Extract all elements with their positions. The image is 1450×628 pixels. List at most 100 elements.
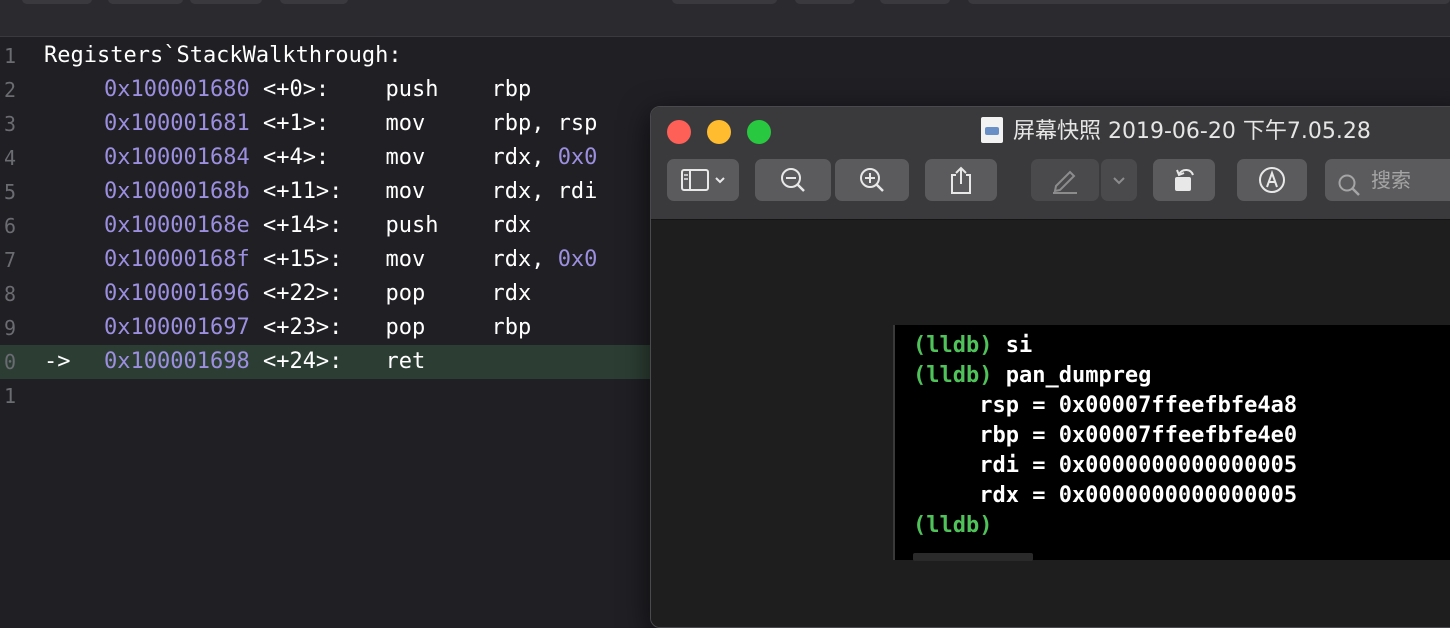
search-icon <box>1337 169 1361 211</box>
offset: <+1>: <box>262 111 330 136</box>
titlebar: 屏幕快照 2019-06-20 下午7.05.28 搜索 <box>651 107 1450 220</box>
mnemonic: pop <box>385 315 426 340</box>
line-number: 1 <box>4 384 17 408</box>
rotate-icon <box>1169 165 1199 195</box>
immediate: 0x0 <box>557 145 598 170</box>
line-number: 6 <box>4 214 17 238</box>
line-number: 1 <box>4 44 17 68</box>
line-number: 5 <box>4 180 17 204</box>
terminal-line: (lldb) si <box>913 331 1032 361</box>
lldb-prompt: (lldb) <box>913 363 993 388</box>
address: 0x100001681 <box>104 111 250 136</box>
close-button[interactable] <box>667 120 691 144</box>
address: 0x10000168b <box>104 179 250 204</box>
function-label: Registers`StackWalkthrough: <box>44 43 402 68</box>
line-number: 2 <box>4 78 17 102</box>
address: 0x10000168e <box>104 213 250 238</box>
mnemonic: pop <box>385 281 426 306</box>
window-title: 屏幕快照 2019-06-20 下午7.05.28 <box>981 115 1371 149</box>
operands: rbp <box>491 77 532 102</box>
zoom-in-icon <box>858 166 886 194</box>
toolbar-segment[interactable] <box>280 0 348 4</box>
offset: <+22>: <box>262 281 343 306</box>
zoom-button[interactable] <box>747 120 771 144</box>
operands: rdx, <box>491 145 558 170</box>
mnemonic: mov <box>385 247 426 272</box>
offset: <+23>: <box>262 315 343 340</box>
toolbar-segment[interactable] <box>795 0 855 4</box>
offset: <+4>: <box>262 145 330 170</box>
markup-button[interactable] <box>1237 159 1307 201</box>
offset: <+11>: <box>262 179 343 204</box>
code-line: 1 Registers`StackWalkthrough: <box>0 39 1450 73</box>
zoom-out-icon <box>779 166 807 194</box>
offset: <+24>: <box>262 349 343 374</box>
search-input[interactable]: 搜索 <box>1325 159 1450 201</box>
search-placeholder: 搜索 <box>1371 168 1411 192</box>
zoom-in-button[interactable] <box>835 159 909 201</box>
offset: <+15>: <box>262 247 343 272</box>
cropped-text-remnant <box>913 553 1033 561</box>
register-line: rbp = 0x00007ffeefbfe4e0 <box>913 423 1298 448</box>
command-text: pan_dumpreg <box>992 363 1152 388</box>
offset: <+14>: <box>262 213 343 238</box>
rotate-button[interactable] <box>1153 159 1215 201</box>
toolbar-segment[interactable] <box>22 0 92 4</box>
minimize-button[interactable] <box>707 120 731 144</box>
mnemonic: mov <box>385 111 426 136</box>
toolbar-segment[interactable] <box>108 0 183 4</box>
line-number: 7 <box>4 248 17 272</box>
address: 0x100001680 <box>104 77 250 102</box>
address: 0x100001698 <box>104 349 250 374</box>
chevron-down-icon <box>1112 175 1126 185</box>
lldb-terminal-screenshot: (lldb) si (lldb) pan_dumpreg rsp = 0x000… <box>893 325 1450 561</box>
address: 0x100001696 <box>104 281 250 306</box>
preview-window: 屏幕快照 2019-06-20 下午7.05.28 搜索 (lldb) si (… <box>650 106 1450 628</box>
offset: <+0>: <box>262 77 330 102</box>
pc-arrow: -> <box>44 349 71 374</box>
immediate: 0x0 <box>557 247 598 272</box>
sidebar-icon <box>680 168 710 192</box>
register-line: rdx = 0x0000000000000005 <box>913 483 1298 508</box>
highlight-dropdown[interactable] <box>1101 159 1137 201</box>
line-number: 3 <box>4 112 17 136</box>
toolbar-segment[interactable] <box>190 0 262 4</box>
share-button[interactable] <box>925 159 997 201</box>
terminal-line: (lldb) pan_dumpreg <box>913 361 1151 391</box>
xcode-toolbar <box>0 0 1450 37</box>
toolbar-segment[interactable] <box>880 0 950 4</box>
document-icon <box>981 117 1003 143</box>
sidebar-toggle-button[interactable] <box>667 159 739 201</box>
mnemonic: ret <box>385 349 426 374</box>
line-number: 4 <box>4 146 17 170</box>
window-title-text: 屏幕快照 2019-06-20 下午7.05.28 <box>1013 119 1371 144</box>
lldb-prompt: (lldb) <box>913 513 993 538</box>
line-number: 8 <box>4 282 17 306</box>
operands: rdx <box>491 213 532 238</box>
mnemonic: push <box>385 213 439 238</box>
operands: rbp <box>491 315 532 340</box>
terminal-line: (lldb) <box>913 511 992 541</box>
address: 0x100001684 <box>104 145 250 170</box>
highlight-button[interactable] <box>1031 159 1099 201</box>
toolbar-search[interactable] <box>968 0 1450 4</box>
register-line: rdi = 0x0000000000000005 <box>913 453 1298 478</box>
line-number: 9 <box>4 316 17 340</box>
highlight-icon <box>1050 166 1080 194</box>
mnemonic: push <box>385 77 439 102</box>
markup-icon <box>1257 165 1287 195</box>
line-number: 0 <box>4 350 17 374</box>
operands: rdx, <box>491 247 558 272</box>
address: 0x10000168f <box>104 247 250 272</box>
chevron-down-icon <box>714 175 726 185</box>
image-canvas[interactable]: (lldb) si (lldb) pan_dumpreg rsp = 0x000… <box>651 220 1450 627</box>
operands: rdx <box>491 281 532 306</box>
mnemonic: mov <box>385 145 426 170</box>
address: 0x100001697 <box>104 315 250 340</box>
lldb-prompt: (lldb) <box>913 333 993 358</box>
operands: rbp, rsp <box>491 111 598 136</box>
zoom-out-button[interactable] <box>755 159 831 201</box>
mnemonic: mov <box>385 179 426 204</box>
toolbar-segment[interactable] <box>672 0 777 4</box>
register-line: rsp = 0x00007ffeefbfe4a8 <box>913 393 1298 418</box>
